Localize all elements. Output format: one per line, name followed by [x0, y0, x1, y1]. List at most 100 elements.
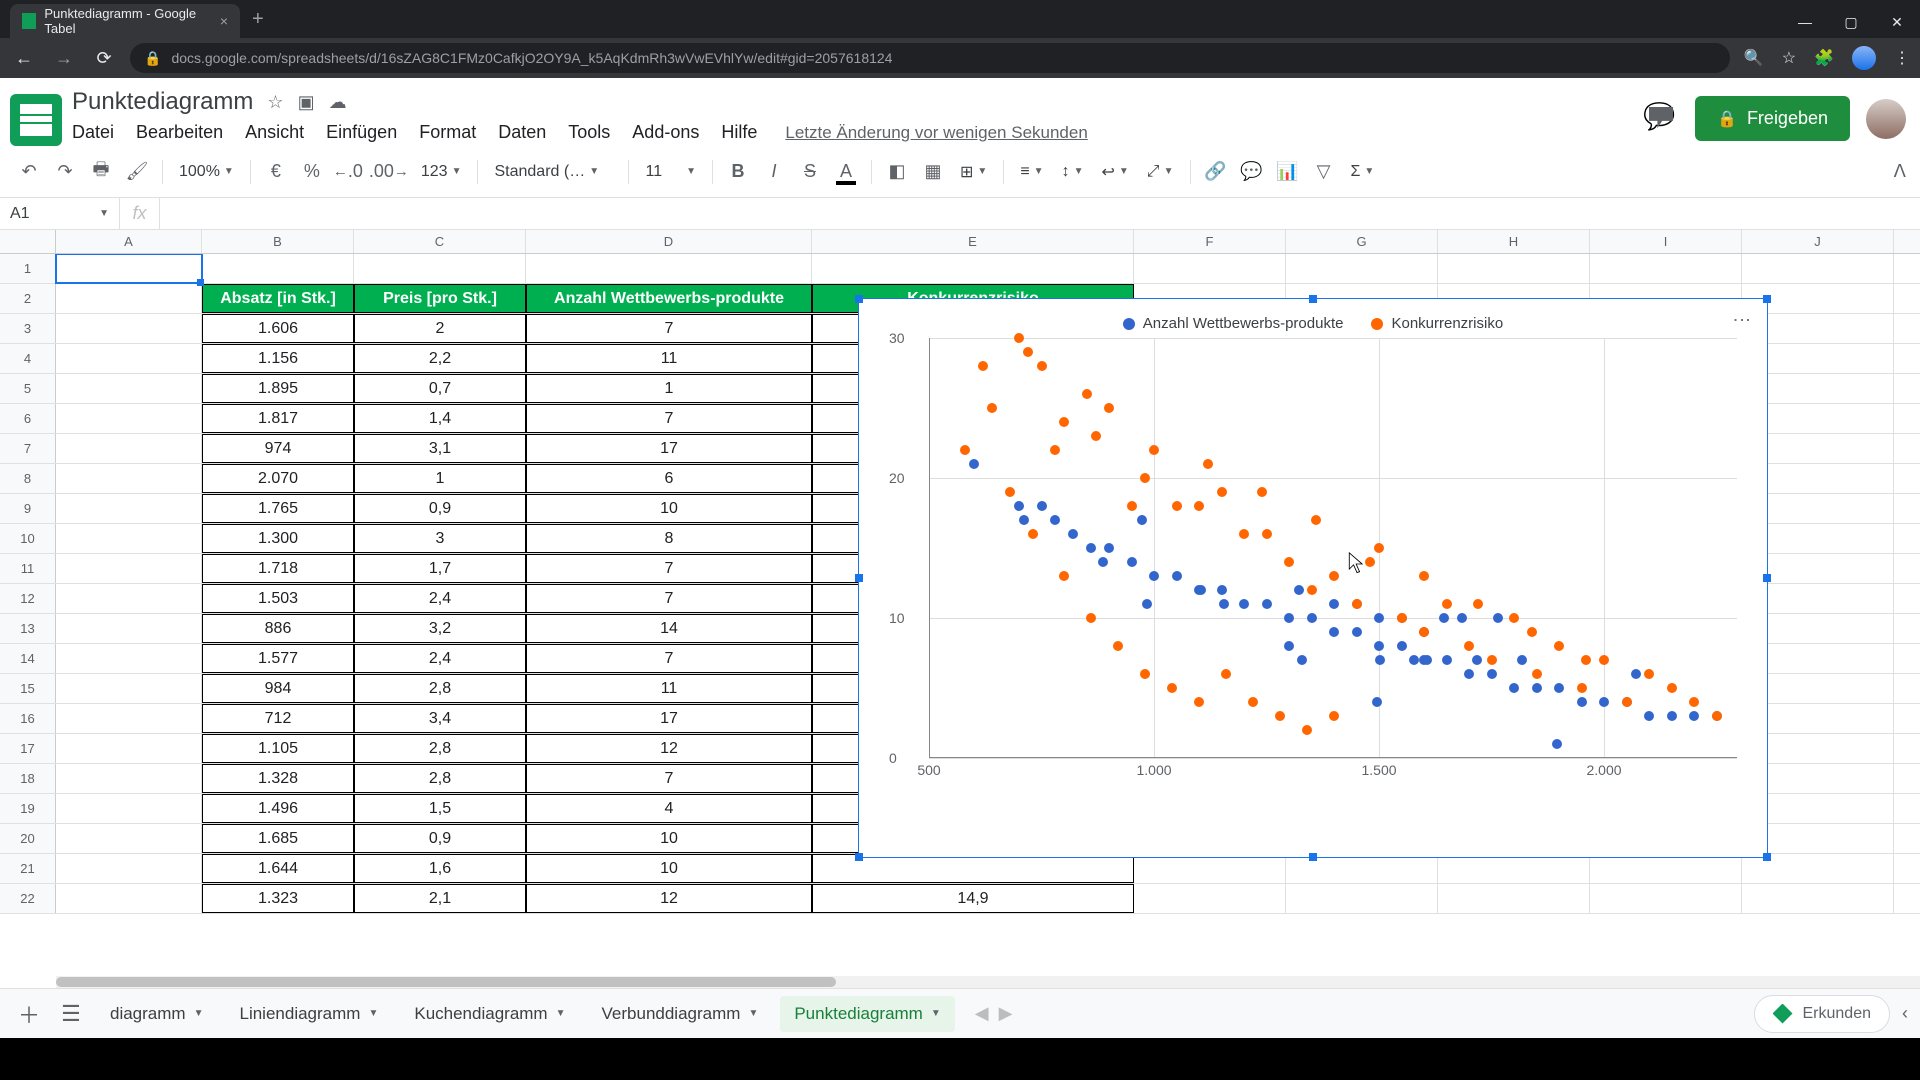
data-point[interactable] — [1667, 683, 1677, 693]
cell[interactable]: 14,9 — [812, 884, 1134, 913]
row-header[interactable]: 12 — [0, 584, 56, 613]
cell[interactable]: 1.685 — [202, 824, 354, 853]
data-point[interactable] — [1372, 697, 1382, 707]
cell[interactable] — [56, 794, 202, 823]
new-tab-button[interactable]: + — [240, 8, 276, 31]
cell[interactable]: 1,5 — [354, 794, 526, 823]
data-point[interactable] — [1307, 613, 1317, 623]
row-header[interactable]: 14 — [0, 644, 56, 673]
sheet-next-button[interactable]: ▶ — [999, 1003, 1013, 1024]
data-point[interactable] — [1329, 571, 1339, 581]
close-window-button[interactable]: ✕ — [1874, 6, 1920, 38]
data-point[interactable] — [1140, 669, 1150, 679]
cell[interactable]: 1,4 — [354, 404, 526, 433]
browser-menu-icon[interactable]: ⋮ — [1894, 48, 1910, 68]
row-header[interactable]: 4 — [0, 344, 56, 373]
data-point[interactable] — [1037, 501, 1047, 511]
cell[interactable]: 1,6 — [354, 854, 526, 883]
data-point[interactable] — [1149, 445, 1159, 455]
cell[interactable]: 1.895 — [202, 374, 354, 403]
cell[interactable] — [56, 344, 202, 373]
cell[interactable]: 1.606 — [202, 314, 354, 343]
data-point[interactable] — [1374, 641, 1384, 651]
select-all-corner[interactable] — [0, 230, 56, 253]
data-point[interactable] — [1689, 697, 1699, 707]
data-point[interactable] — [1297, 655, 1307, 665]
data-point[interactable] — [1284, 613, 1294, 623]
data-point[interactable] — [1442, 655, 1452, 665]
cell[interactable]: 2,1 — [354, 884, 526, 913]
data-point[interactable] — [1552, 739, 1562, 749]
cell[interactable]: 1.323 — [202, 884, 354, 913]
percent-button[interactable]: % — [297, 157, 327, 187]
data-point[interactable] — [1577, 683, 1587, 693]
cell[interactable] — [202, 254, 354, 283]
data-point[interactable] — [1712, 711, 1722, 721]
data-point[interactable] — [1014, 501, 1024, 511]
data-point[interactable] — [1137, 515, 1147, 525]
data-point[interactable] — [1050, 515, 1060, 525]
sheet-tab-punkte[interactable]: Punktediagramm▼ — [780, 996, 954, 1032]
row-header[interactable]: 22 — [0, 884, 56, 913]
cell[interactable]: 1 — [526, 374, 812, 403]
explore-button[interactable]: Erkunden — [1754, 995, 1891, 1033]
data-point[interactable] — [1086, 613, 1096, 623]
data-point[interactable] — [1487, 669, 1497, 679]
cell[interactable]: 10 — [526, 494, 812, 523]
data-point[interactable] — [1149, 571, 1159, 581]
data-point[interactable] — [1419, 571, 1429, 581]
print-button[interactable]: 🖶 — [86, 157, 116, 187]
cell[interactable] — [1742, 884, 1894, 913]
data-point[interactable] — [1365, 557, 1375, 567]
data-point[interactable] — [1257, 487, 1267, 497]
data-point[interactable] — [1329, 711, 1339, 721]
data-point[interactable] — [1532, 683, 1542, 693]
functions-button[interactable]: Σ▼ — [1345, 163, 1381, 181]
data-point[interactable] — [1493, 613, 1503, 623]
menu-format[interactable]: Format — [419, 122, 476, 143]
data-point[interactable] — [1487, 655, 1497, 665]
cell[interactable]: 2,2 — [354, 344, 526, 373]
cell[interactable]: 7 — [526, 764, 812, 793]
row-header[interactable]: 13 — [0, 614, 56, 643]
cell[interactable]: 1.156 — [202, 344, 354, 373]
cell[interactable]: 14 — [526, 614, 812, 643]
zoom-icon[interactable]: 🔍 — [1744, 48, 1764, 68]
data-point[interactable] — [1262, 529, 1272, 539]
data-point[interactable] — [1374, 613, 1384, 623]
cell[interactable] — [56, 404, 202, 433]
data-point[interactable] — [1113, 641, 1123, 651]
currency-button[interactable]: € — [261, 157, 291, 187]
sheet-tab-verbund[interactable]: Verbunddiagramm▼ — [588, 996, 773, 1032]
data-point[interactable] — [1059, 417, 1069, 427]
row-header[interactable]: 20 — [0, 824, 56, 853]
data-point[interactable] — [1221, 669, 1231, 679]
cell[interactable]: 0,9 — [354, 494, 526, 523]
menu-bearbeiten[interactable]: Bearbeiten — [136, 122, 223, 143]
col-header-D[interactable]: D — [526, 230, 812, 253]
strikethrough-button[interactable]: S — [795, 157, 825, 187]
cell[interactable] — [56, 524, 202, 553]
cell[interactable] — [56, 644, 202, 673]
cell[interactable] — [56, 434, 202, 463]
row-header[interactable]: 2 — [0, 284, 56, 313]
data-point[interactable] — [1599, 655, 1609, 665]
side-panel-toggle[interactable]: ‹ — [1902, 1003, 1908, 1024]
menu-daten[interactable]: Daten — [498, 122, 546, 143]
cell[interactable]: 12 — [526, 734, 812, 763]
data-point[interactable] — [1472, 655, 1482, 665]
text-color-button[interactable]: A — [831, 157, 861, 187]
row-header[interactable]: 10 — [0, 524, 56, 553]
data-point[interactable] — [1352, 627, 1362, 637]
menu-addons[interactable]: Add-ons — [632, 122, 699, 143]
row-header[interactable]: 21 — [0, 854, 56, 883]
data-point[interactable] — [1014, 333, 1024, 343]
data-point[interactable] — [1104, 543, 1114, 553]
cell[interactable] — [56, 464, 202, 493]
row-header[interactable]: 19 — [0, 794, 56, 823]
cell[interactable]: 1.105 — [202, 734, 354, 763]
sheet-tab-kuchen[interactable]: Kuchendiagramm▼ — [400, 996, 579, 1032]
data-point[interactable] — [1194, 585, 1204, 595]
data-point[interactable] — [1262, 599, 1272, 609]
data-point[interactable] — [1442, 599, 1452, 609]
